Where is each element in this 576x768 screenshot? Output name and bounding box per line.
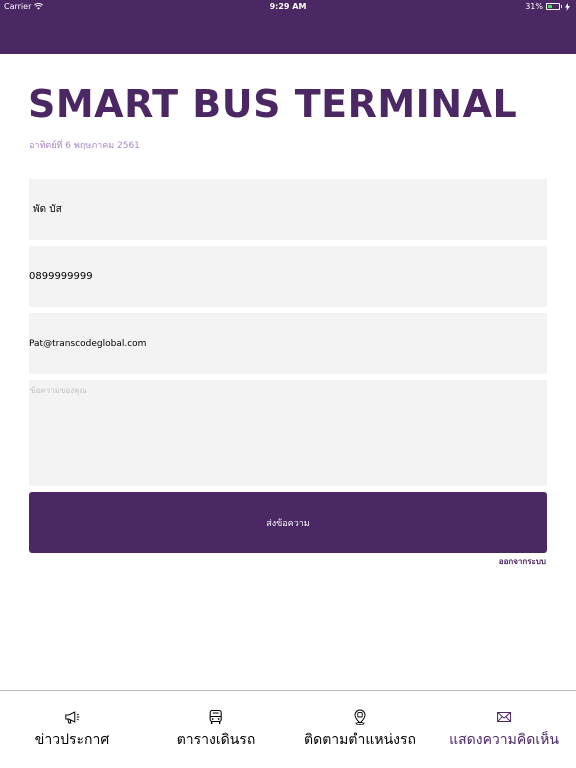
email-value: Pat@transcodeglobal.com — [29, 338, 147, 349]
status-bar: Carrier 9:29 AM 31% — [0, 0, 576, 13]
email-field[interactable]: Pat@transcodeglobal.com — [29, 313, 547, 374]
message-input[interactable] — [29, 380, 547, 486]
send-message-label: ส่งข้อความ — [266, 518, 310, 529]
bus-icon — [209, 709, 223, 724]
tab-news[interactable]: ข่าวประกาศ — [35, 709, 109, 759]
location-pin-icon — [354, 709, 366, 725]
tab-feedback-label: แสดงความคิดเห็น — [449, 732, 559, 748]
tab-feedback[interactable]: แสดงความคิดเห็น — [449, 709, 559, 759]
envelope-icon — [496, 712, 511, 722]
tab-news-label: ข่าวประกาศ — [34, 732, 110, 748]
tab-track-bus-label: ติดตามตำแหน่งรถ — [304, 732, 416, 748]
phone-field[interactable]: 0899999999 — [29, 246, 547, 307]
tab-bus-schedule-label: ตารางเดินรถ — [176, 732, 256, 748]
navigation-bar: Carrier 9:29 AM 31% — [0, 0, 576, 54]
tab-bar: ข่าวประกาศ ตารางเดินรถ ติดตามตำแหน่งรถ แ… — [0, 690, 576, 768]
phone-value: 0899999999 — [29, 271, 93, 282]
name-value: พัด บัส — [33, 204, 62, 215]
status-bar-right: 31% — [525, 0, 570, 13]
send-message-button[interactable]: ส่งข้อความ — [29, 492, 547, 553]
megaphone-icon — [65, 711, 80, 724]
tab-bus-schedule[interactable]: ตารางเดินรถ — [176, 709, 256, 759]
current-date: อาทิตย์ที่ 6 พฤษภาคม 2561 — [29, 141, 140, 151]
status-time: 9:29 AM — [269, 2, 307, 11]
battery-percent: 31% — [525, 2, 543, 11]
logout-link[interactable]: ออกจากระบบ — [499, 555, 546, 568]
page-title: SMART BUS TERMINAL — [28, 82, 518, 126]
charging-icon — [565, 2, 570, 11]
tab-track-bus[interactable]: ติดตามตำแหน่งรถ — [304, 709, 416, 759]
battery-icon — [546, 3, 560, 10]
name-field[interactable]: พัด บัส — [29, 179, 547, 240]
